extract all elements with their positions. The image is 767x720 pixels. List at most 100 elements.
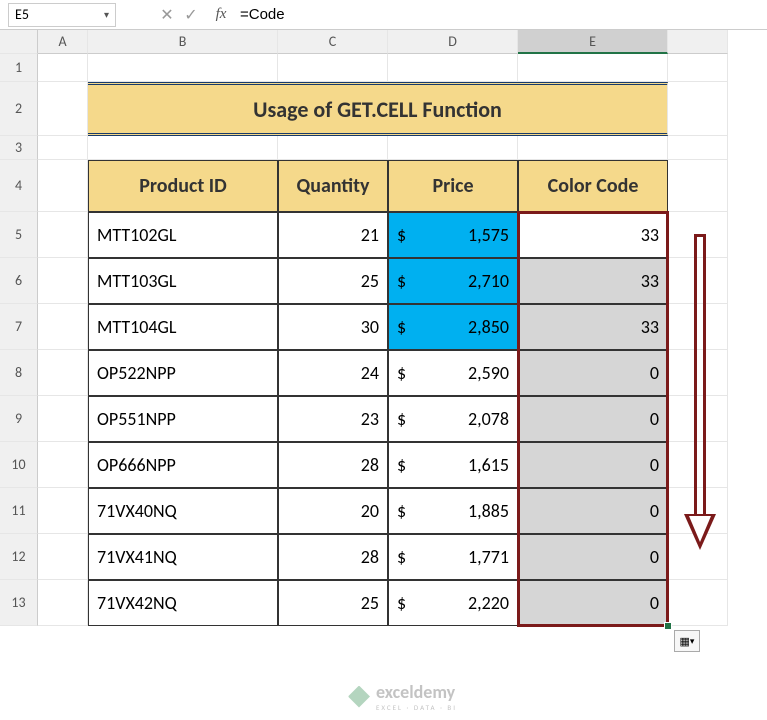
col-header-C[interactable]: C (278, 30, 388, 54)
autofill-options-button[interactable]: ▦▾ (674, 630, 700, 652)
cell-F1[interactable] (668, 54, 728, 82)
cell-qty-7[interactable]: 30 (278, 304, 388, 350)
header-quantity[interactable]: Quantity (278, 160, 388, 212)
cell-F2[interactable] (668, 82, 728, 136)
cell-product-12[interactable]: 71VX41NQ (88, 534, 278, 580)
cell-A1[interactable] (38, 54, 88, 82)
cell-C1[interactable] (278, 54, 388, 82)
cell-code-13[interactable]: 0 (518, 580, 668, 626)
enter-icon[interactable]: ✓ (180, 5, 202, 25)
col-header-A[interactable]: A (38, 30, 88, 54)
cell-B3[interactable] (88, 136, 278, 160)
cell-product-6[interactable]: MTT103GL (88, 258, 278, 304)
formula-bar-row: E5 ▾ ✕ ✓ fx (0, 0, 767, 30)
cell-A11[interactable] (38, 488, 88, 534)
cell-A10[interactable] (38, 442, 88, 488)
row-header-11[interactable]: 11 (0, 488, 38, 534)
cell-A7[interactable] (38, 304, 88, 350)
cell-product-11[interactable]: 71VX40NQ (88, 488, 278, 534)
cell-code-8[interactable]: 0 (518, 350, 668, 396)
row-header-4[interactable]: 4 (0, 160, 38, 212)
cell-A9[interactable] (38, 396, 88, 442)
cell-code-12[interactable]: 0 (518, 534, 668, 580)
row-header-12[interactable]: 12 (0, 534, 38, 580)
row-header-3[interactable]: 3 (0, 136, 38, 160)
row-headers: 1 2 3 4 5 6 7 8 9 10 11 12 13 (0, 30, 38, 720)
row-header-6[interactable]: 6 (0, 258, 38, 304)
cell-product-10[interactable]: OP666NPP (88, 442, 278, 488)
cell-A8[interactable] (38, 350, 88, 396)
cell-price-8[interactable]: $2,590 (388, 350, 518, 396)
cell-product-8[interactable]: OP522NPP (88, 350, 278, 396)
cell-F4[interactable] (668, 160, 728, 212)
chevron-down-icon[interactable]: ▾ (104, 8, 109, 21)
col-header-F[interactable] (668, 30, 728, 54)
cell-price-5[interactable]: $1,575 (388, 212, 518, 258)
col-header-E[interactable]: E (518, 30, 668, 54)
header-color-code[interactable]: Color Code (518, 160, 668, 212)
formula-input[interactable] (240, 3, 540, 27)
cell-product-5[interactable]: MTT102GL (88, 212, 278, 258)
cell-price-12[interactable]: $1,771 (388, 534, 518, 580)
cell-B1[interactable] (88, 54, 278, 82)
cell-F3[interactable] (668, 136, 728, 160)
row-header-2[interactable]: 2 (0, 82, 38, 136)
cell-A3[interactable] (38, 136, 88, 160)
fx-icon[interactable]: fx (210, 6, 232, 23)
fill-handle[interactable] (664, 622, 672, 630)
name-box[interactable]: E5 ▾ (8, 3, 116, 27)
row-header-7[interactable]: 7 (0, 304, 38, 350)
row-header-5[interactable]: 5 (0, 212, 38, 258)
cancel-icon[interactable]: ✕ (156, 5, 178, 25)
header-product-id[interactable]: Product ID (88, 160, 278, 212)
cell-E1[interactable] (518, 54, 668, 82)
cell-code-5[interactable]: 33 (518, 212, 668, 258)
col-header-D[interactable]: D (388, 30, 518, 54)
cell-A12[interactable] (38, 534, 88, 580)
formula-buttons: ✕ ✓ fx (156, 5, 240, 25)
cell-qty-9[interactable]: 23 (278, 396, 388, 442)
row-header-13[interactable]: 13 (0, 580, 38, 626)
title-cell[interactable]: Usage of GET.CELL Function (88, 82, 668, 136)
cell-qty-6[interactable]: 25 (278, 258, 388, 304)
cell-price-13[interactable]: $2,220 (388, 580, 518, 626)
cell-product-9[interactable]: OP551NPP (88, 396, 278, 442)
row-header-9[interactable]: 9 (0, 396, 38, 442)
cell-A5[interactable] (38, 212, 88, 258)
cell-code-7[interactable]: 33 (518, 304, 668, 350)
cell-product-7[interactable]: MTT104GL (88, 304, 278, 350)
cell-qty-12[interactable]: 28 (278, 534, 388, 580)
cell-code-6[interactable]: 33 (518, 258, 668, 304)
cell-D3[interactable] (388, 136, 518, 160)
cell-qty-11[interactable]: 20 (278, 488, 388, 534)
cell-price-10[interactable]: $1,615 (388, 442, 518, 488)
cell-qty-13[interactable]: 25 (278, 580, 388, 626)
row-header-8[interactable]: 8 (0, 350, 38, 396)
cell-A6[interactable] (38, 258, 88, 304)
row-header-1[interactable]: 1 (0, 54, 38, 82)
cell-E3[interactable] (518, 136, 668, 160)
cell-qty-10[interactable]: 28 (278, 442, 388, 488)
col-header-B[interactable]: B (88, 30, 278, 54)
cell-C3[interactable] (278, 136, 388, 160)
cell-code-9[interactable]: 0 (518, 396, 668, 442)
cell-price-7[interactable]: $2,850 (388, 304, 518, 350)
cell-D1[interactable] (388, 54, 518, 82)
cell-price-9[interactable]: $2,078 (388, 396, 518, 442)
cell-qty-8[interactable]: 24 (278, 350, 388, 396)
cell-price-11[interactable]: $1,885 (388, 488, 518, 534)
cell-product-13[interactable]: 71VX42NQ (88, 580, 278, 626)
header-price[interactable]: Price (388, 160, 518, 212)
cell-A2[interactable] (38, 82, 88, 136)
row-header-10[interactable]: 10 (0, 442, 38, 488)
cell-code-10[interactable]: 0 (518, 442, 668, 488)
watermark-text: exceldemy EXCEL · DATA · BI (376, 681, 457, 712)
select-all-corner[interactable] (0, 30, 38, 54)
cell-qty-5[interactable]: 21 (278, 212, 388, 258)
cell-F13[interactable] (668, 580, 728, 626)
cell-code-11[interactable]: 0 (518, 488, 668, 534)
cell-A4[interactable] (38, 160, 88, 212)
watermark-icon (348, 686, 370, 708)
cell-price-6[interactable]: $2,710 (388, 258, 518, 304)
cell-A13[interactable] (38, 580, 88, 626)
